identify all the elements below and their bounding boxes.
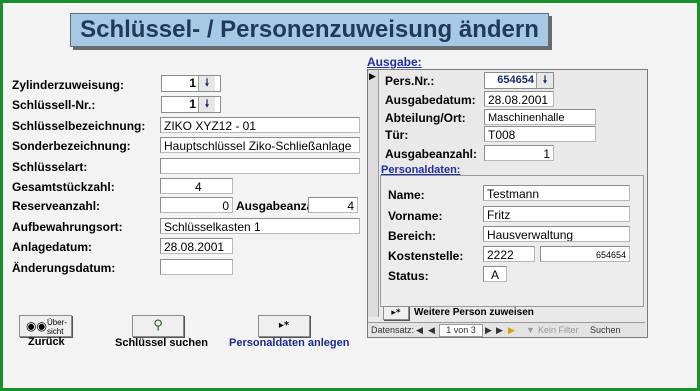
abteilung-label: Abteilung/Ort: bbox=[385, 111, 466, 125]
gesamt-label: Gesamtstückzahl: bbox=[12, 180, 115, 194]
magnifier-icon: ⚲ bbox=[153, 318, 163, 333]
aenderung-field[interactable] bbox=[160, 259, 233, 275]
previous-record-icon[interactable]: ◀ bbox=[428, 323, 435, 337]
abteilung-field[interactable]: Maschinenhalle bbox=[484, 109, 596, 125]
status-field[interactable]: A bbox=[483, 266, 507, 282]
application-window: Schlüssel- / Personenzuweisung ändern Zy… bbox=[0, 0, 700, 391]
personaldaten-anlegen-caption: Personaldaten anlegen bbox=[229, 337, 350, 349]
schluessel-nr-label: Schlüssell-Nr.: bbox=[12, 98, 96, 112]
vorname-label: Vorname: bbox=[388, 209, 443, 223]
schluessel-suchen-button[interactable]: ⚲ bbox=[132, 315, 184, 337]
personaldaten-anlegen-button[interactable]: ▸* bbox=[258, 315, 310, 337]
filter-icon: ▼ bbox=[526, 325, 535, 335]
ausgabe-heading: Ausgabe: bbox=[367, 55, 422, 69]
filter-status[interactable]: Kein Filter bbox=[538, 323, 579, 337]
ausgabedatum-label: Ausgabedatum: bbox=[385, 93, 476, 107]
name-field[interactable]: Testmann bbox=[483, 185, 630, 201]
pers-nr-combobox[interactable]: 654654 🠗 bbox=[484, 72, 554, 89]
first-record-icon[interactable]: ◀ bbox=[416, 323, 423, 337]
chevron-down-icon[interactable]: 🠗 bbox=[536, 73, 553, 88]
ausgabeanzahl-field[interactable]: 4 bbox=[308, 197, 358, 213]
chevron-down-icon[interactable]: 🠗 bbox=[198, 76, 215, 91]
zurueck-caption: Zurück bbox=[28, 336, 65, 348]
nav-label: Datensatz: bbox=[371, 325, 415, 335]
kostenstelle-nr-field[interactable]: 654654 bbox=[540, 246, 630, 262]
aufbewahrung-field[interactable]: Schlüsselkasten 1 bbox=[160, 218, 360, 234]
bereich-field[interactable]: Hausverwaltung bbox=[483, 226, 630, 242]
tuer-field[interactable]: T008 bbox=[484, 126, 596, 142]
art-label: Schlüsselart: bbox=[12, 160, 88, 174]
uebersicht-button[interactable]: ◉◉ Über- sicht bbox=[19, 315, 72, 337]
pers-nr-value: 654654 bbox=[497, 74, 534, 86]
status-label: Status: bbox=[388, 269, 429, 283]
reserve-label: Reserveanzahl: bbox=[12, 199, 101, 213]
ausgabeanzahl-sub-field[interactable]: 1 bbox=[484, 145, 554, 161]
record-navigation-bar: Datensatz: ◀ ◀ 1 von 3 ▶ ▶ ▶ ▼ Kein Filt… bbox=[368, 322, 645, 337]
last-record-icon[interactable]: ▶ bbox=[496, 323, 503, 337]
uebersicht-label-2: sicht bbox=[47, 327, 64, 336]
name-label: Name: bbox=[388, 188, 425, 202]
next-record-icon[interactable]: ▶ bbox=[485, 323, 492, 337]
binoculars-icon: ◉◉ bbox=[26, 319, 47, 333]
search-field[interactable]: Suchen bbox=[590, 323, 621, 337]
new-record-icon[interactable]: ▶ bbox=[508, 323, 515, 337]
zylinder-label: Zylinderzuweisung: bbox=[12, 78, 125, 92]
ausgabedatum-field[interactable]: 28.08.2001 bbox=[484, 91, 554, 107]
gesamt-field[interactable]: 4 bbox=[160, 178, 233, 194]
schluessel-suchen-caption: Schlüssel suchen bbox=[115, 337, 208, 349]
vorname-field[interactable]: Fritz bbox=[483, 206, 630, 222]
schluessel-nr-combobox[interactable]: 1 🠗 bbox=[161, 96, 221, 113]
aenderung-label: Änderungsdatum: bbox=[12, 261, 116, 275]
sonder-label: Sonderbezeichnung: bbox=[12, 139, 131, 153]
kostenstelle-field[interactable]: 2222 bbox=[483, 246, 535, 262]
new-person-button[interactable]: ▸* bbox=[383, 306, 409, 320]
record-selector[interactable]: ▶ bbox=[368, 70, 379, 317]
kostenstelle-label: Kostenstelle: bbox=[388, 249, 464, 263]
tuer-label: Tür: bbox=[385, 128, 409, 142]
uebersicht-label-1: Über- bbox=[47, 318, 68, 327]
page-title: Schlüssel- / Personenzuweisung ändern bbox=[70, 13, 549, 47]
anlage-field[interactable]: 28.08.2001 bbox=[160, 238, 233, 254]
chevron-down-icon[interactable]: 🠗 bbox=[198, 97, 215, 112]
pers-nr-label: Pers.Nr.: bbox=[385, 74, 435, 88]
bereich-label: Bereich: bbox=[388, 229, 437, 243]
weitere-person-label: Weitere Person zuweisen bbox=[414, 307, 534, 318]
current-record-arrow-icon: ▶ bbox=[369, 72, 376, 82]
reserve-field[interactable]: 0 bbox=[160, 197, 233, 213]
zylinder-combobox[interactable]: 1 🠗 bbox=[161, 75, 221, 92]
zylinder-value: 1 bbox=[162, 76, 199, 91]
bezeichnung-label: Schlüsselbezeichnung: bbox=[12, 119, 146, 133]
aufbewahrung-label: Aufbewahrungsort: bbox=[12, 220, 123, 234]
current-record-input[interactable]: 1 von 3 bbox=[439, 324, 483, 337]
ausgabeanzahl-sub-label: Ausgabeanzahl: bbox=[385, 147, 478, 161]
sonder-field[interactable]: Hauptschlüssel Ziko-Schließanlage bbox=[160, 137, 360, 153]
schluessel-nr-value: 1 bbox=[189, 97, 196, 111]
anlage-label: Anlagedatum: bbox=[12, 240, 93, 254]
art-field[interactable] bbox=[160, 158, 360, 174]
bezeichnung-field[interactable]: ZIKO XYZ12 - 01 bbox=[160, 117, 360, 133]
